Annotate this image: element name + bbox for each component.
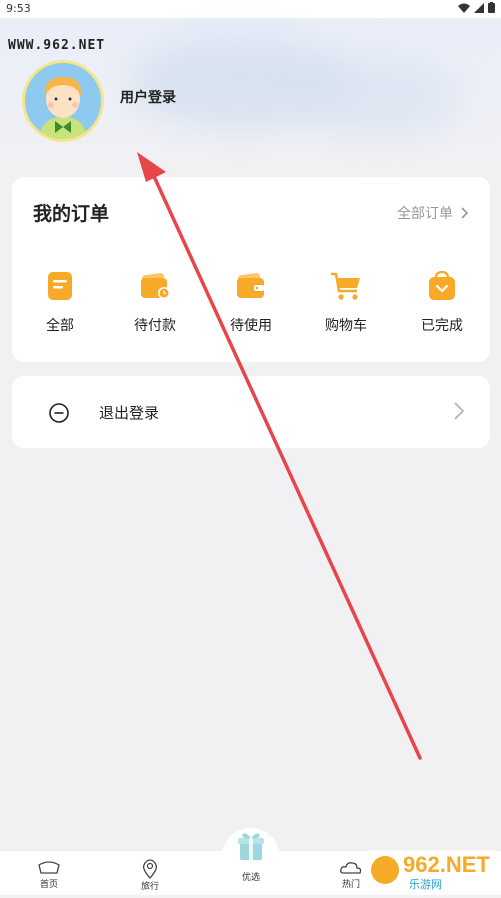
status-icons <box>458 2 495 13</box>
order-item-label: 待付款 <box>134 318 176 334</box>
bag-check-icon <box>429 270 455 300</box>
clipboard-icon <box>48 272 72 300</box>
home-icon <box>38 861 60 874</box>
order-item-label: 待使用 <box>230 318 272 334</box>
nav-label: 旅行 <box>140 882 159 892</box>
nav-label: 热门 <box>341 880 360 890</box>
nav-home[interactable]: 首页 <box>19 859 79 890</box>
nav-travel[interactable]: 旅行 <box>120 859 180 892</box>
wifi-icon <box>458 3 470 13</box>
login-link[interactable]: 用户登录 <box>120 87 176 107</box>
order-completed-button[interactable]: 已完成 <box>402 269 482 335</box>
watermark-logo: 962.NET 乐游网 <box>361 844 501 894</box>
cart-icon <box>331 272 360 300</box>
watermark-brand: 962.NET <box>403 852 490 877</box>
orders-title: 我的订单 <box>33 203 110 225</box>
order-item-label: 全部 <box>46 318 74 334</box>
status-time: 9:53 <box>6 2 31 15</box>
watermark-text: WWW.962.NET <box>8 38 106 53</box>
order-item-label: 已完成 <box>421 318 463 334</box>
nav-label: 首页 <box>39 880 58 890</box>
avatar-illustration <box>39 77 87 139</box>
minus-circle-icon <box>49 403 69 423</box>
order-pending-payment-button[interactable]: 待付款 <box>115 269 195 335</box>
location-pin-icon <box>142 859 158 879</box>
order-to-use-button[interactable]: 待使用 <box>211 269 291 335</box>
chevron-right-icon <box>461 207 468 219</box>
logout-row[interactable]: 退出登录 <box>12 376 490 448</box>
battery-icon <box>488 2 495 13</box>
signal-icon <box>474 2 484 13</box>
status-bar: 9:53 <box>0 0 501 18</box>
gift-icon <box>238 833 264 860</box>
order-item-label: 购物车 <box>325 318 367 334</box>
nav-label: 优选 <box>241 873 260 883</box>
cloud-icon <box>340 862 362 874</box>
all-orders-link[interactable]: 全部订单 <box>397 203 468 223</box>
order-all-button[interactable]: 全部 <box>20 269 100 335</box>
order-cart-button[interactable]: 购物车 <box>306 269 386 335</box>
orders-card: 我的订单 全部订单 全部 待付款 待使用 购物车 已完成 <box>12 177 490 362</box>
wallet-clock-icon <box>141 273 170 299</box>
nav-featured[interactable]: 优选 <box>222 828 280 886</box>
logout-label: 退出登录 <box>99 404 160 422</box>
wallet-icon <box>237 273 264 298</box>
all-orders-label: 全部订单 <box>397 206 453 222</box>
watermark-sub: 乐游网 <box>409 878 442 891</box>
avatar[interactable] <box>22 60 104 142</box>
chevron-right-icon <box>454 402 464 420</box>
